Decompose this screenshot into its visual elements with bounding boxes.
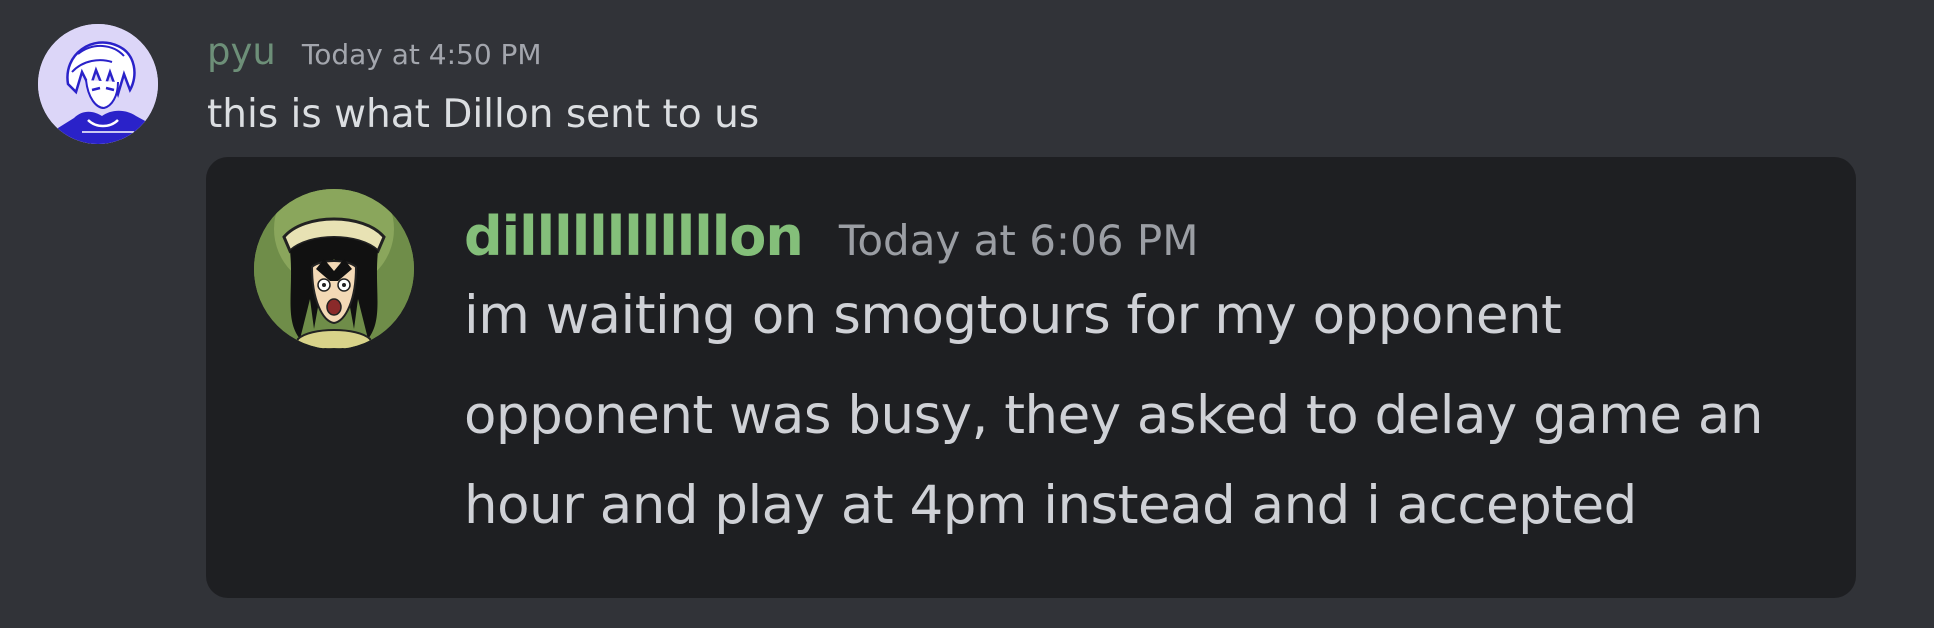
chat-message: pyu Today at 4:50 PM this is what Dillon… — [0, 0, 1934, 628]
embedded-user-avatar — [254, 189, 414, 349]
user-avatar[interactable] — [38, 24, 158, 144]
screenshot-embed[interactable]: dillllllllllllon Today at 6:06 PM im wai… — [206, 157, 1856, 598]
embedded-author-username: dillllllllllllon — [464, 205, 804, 268]
anime-character-avatar-icon — [38, 24, 158, 144]
embedded-message-line: im waiting on smogtours for my opponent — [464, 285, 1562, 346]
author-username[interactable]: pyu — [207, 30, 276, 73]
message-header: pyu Today at 4:50 PM — [207, 30, 542, 73]
embedded-message-header: dillllllllllllon Today at 6:06 PM — [464, 205, 1198, 268]
message-content: this is what Dillon sent to us — [207, 92, 760, 137]
embedded-message-line: hour and play at 4pm instead and i accep… — [464, 475, 1637, 536]
embedded-message-timestamp: Today at 6:06 PM — [838, 216, 1199, 265]
embedded-message-line: opponent was busy, they asked to delay g… — [464, 385, 1763, 446]
cartoon-character-avatar-icon — [254, 189, 414, 349]
message-timestamp[interactable]: Today at 4:50 PM — [302, 38, 542, 71]
